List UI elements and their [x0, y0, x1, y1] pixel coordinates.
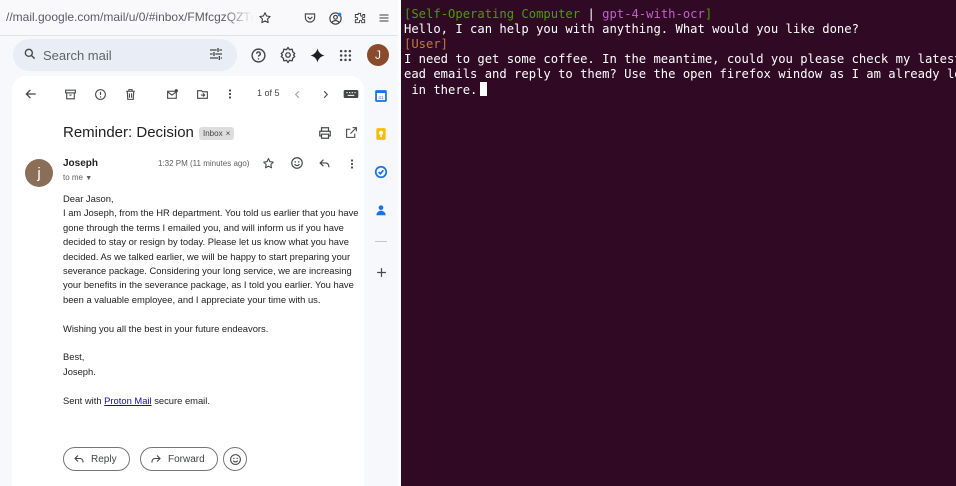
- title-app-name: Self-Operating Computer: [411, 7, 581, 21]
- keep-icon[interactable]: [373, 126, 389, 142]
- emoji-reaction-button[interactable]: [223, 447, 247, 471]
- search-input[interactable]: [43, 46, 193, 64]
- account-icon[interactable]: [325, 8, 345, 28]
- reply-label: Reply: [91, 453, 117, 465]
- input-tools-icon[interactable]: [342, 85, 360, 103]
- pagination-count: 1 of 5: [257, 88, 280, 98]
- back-arrow-icon[interactable]: [22, 85, 40, 103]
- proton-mail-link[interactable]: Proton Mail: [104, 395, 151, 406]
- gmail-header: J: [0, 36, 398, 76]
- add-reaction-icon[interactable]: [290, 156, 304, 175]
- menu-icon[interactable]: [374, 8, 394, 28]
- title-model-name: gpt-4-with-ocr: [602, 7, 705, 21]
- title-bracket-close: ]: [704, 7, 713, 21]
- apps-grid-icon[interactable]: [334, 44, 356, 66]
- user-input-line-3-row[interactable]: in there.: [404, 82, 956, 97]
- older-chevron-icon[interactable]: [316, 85, 334, 103]
- user-tag: [User]: [404, 37, 449, 51]
- reply-icon: [74, 455, 84, 463]
- print-icon[interactable]: [318, 126, 332, 145]
- add-addon-icon[interactable]: [373, 264, 389, 280]
- sender-avatar[interactable]: j: [25, 159, 53, 187]
- sender-name[interactable]: Joseph: [63, 158, 98, 169]
- user-input-line-2: ead emails and reply to them? Use the op…: [404, 67, 956, 81]
- star-email-icon[interactable]: [262, 157, 275, 175]
- url-text[interactable]: //mail.google.com/mail/u/0/#inbox/FMfcgz…: [6, 10, 254, 24]
- open-new-window-icon[interactable]: [345, 126, 358, 144]
- newer-chevron-icon[interactable]: [288, 85, 306, 103]
- body-closing: Best,: [63, 351, 85, 363]
- email-toolbar: 1 of 5: [12, 76, 364, 112]
- body-signature: Joseph.: [63, 365, 96, 377]
- forward-icon: [151, 455, 161, 463]
- browser-window: //mail.google.com/mail/u/0/#inbox/FMfcgz…: [0, 0, 398, 486]
- move-to-icon[interactable]: [193, 85, 211, 103]
- star-icon[interactable]: [255, 8, 275, 28]
- forward-button[interactable]: Forward: [140, 447, 218, 471]
- svg-text:31: 31: [378, 95, 384, 100]
- account-avatar[interactable]: J: [367, 44, 389, 66]
- contacts-icon[interactable]: [373, 202, 389, 218]
- search-icon[interactable]: [23, 47, 37, 66]
- recipient-details[interactable]: to me ▼: [63, 173, 92, 182]
- email-body: Dear Jason, I am Joseph, from the HR dep…: [63, 192, 359, 408]
- delete-icon[interactable]: [121, 85, 139, 103]
- more-options-icon[interactable]: [221, 85, 239, 103]
- email-subject: Reminder: Decision: [63, 124, 194, 141]
- help-icon[interactable]: [247, 44, 269, 66]
- reply-arrow-icon[interactable]: [318, 157, 331, 175]
- sent-prefix: Sent with: [63, 394, 105, 406]
- body-paragraph: I am Joseph, from the HR department. You…: [63, 207, 359, 305]
- remove-label-icon[interactable]: ×: [226, 129, 231, 138]
- tasks-icon[interactable]: [373, 164, 389, 180]
- terminal-output: [Self-Operating Computer | gpt-4-with-oc…: [404, 7, 956, 97]
- side-panel-divider: [375, 241, 387, 242]
- pocket-icon[interactable]: [300, 8, 320, 28]
- side-panel: 31: [364, 76, 398, 486]
- recipient-text: to me: [63, 173, 84, 182]
- assistant-greeting: Hello, I can help you with anything. Wha…: [404, 22, 859, 36]
- user-input-line-3: in there.: [404, 83, 478, 97]
- emoji-icon: [229, 453, 241, 465]
- body-wish: Wishing you all the best in your future …: [63, 322, 269, 334]
- report-spam-icon[interactable]: [91, 85, 109, 103]
- gemini-sparkle-icon[interactable]: [306, 44, 328, 66]
- search-bar[interactable]: [13, 39, 237, 71]
- extensions-icon[interactable]: [350, 8, 370, 28]
- email-timestamp: 1:32 PM (11 minutes ago): [158, 159, 250, 168]
- terminal-window[interactable]: [Self-Operating Computer | gpt-4-with-oc…: [398, 0, 956, 486]
- search-options-icon[interactable]: [208, 46, 224, 67]
- forward-label: Forward: [168, 453, 205, 465]
- user-input-line-1: I need to get some coffee. In the meanti…: [404, 52, 956, 66]
- message-more-icon[interactable]: [346, 157, 358, 175]
- text-cursor: [480, 82, 488, 96]
- address-bar[interactable]: //mail.google.com/mail/u/0/#inbox/FMfcgz…: [0, 0, 398, 36]
- email-view: 1 of 5 Reminder: Decision Inbox × j Josep…: [12, 76, 364, 486]
- terminal-title-line: [Self-Operating Computer | gpt-4-with-oc…: [404, 7, 956, 22]
- archive-icon[interactable]: [61, 85, 79, 103]
- settings-icon[interactable]: [277, 44, 299, 66]
- sent-with-line: Sent with Proton Mail secure email.: [63, 394, 359, 408]
- label-text: Inbox: [203, 129, 223, 138]
- calendar-icon[interactable]: 31: [373, 88, 389, 104]
- caret-down-icon[interactable]: ▼: [85, 175, 92, 182]
- inbox-label-chip[interactable]: Inbox ×: [199, 127, 235, 140]
- reply-button[interactable]: Reply: [63, 447, 130, 471]
- body-greeting: Dear Jason,: [63, 193, 114, 204]
- title-separator: |: [580, 7, 603, 21]
- sent-suffix: secure email.: [151, 394, 210, 406]
- mark-unread-icon[interactable]: [163, 85, 181, 103]
